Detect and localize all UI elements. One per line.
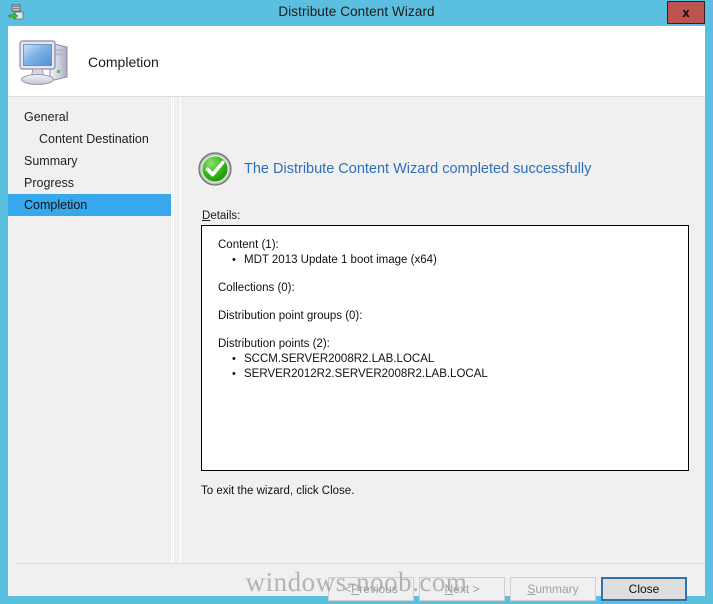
computer-icon xyxy=(17,34,73,88)
list-item: MDT 2013 Update 1 boot image (x64) xyxy=(218,253,688,268)
details-textbox[interactable]: Content (1): MDT 2013 Update 1 boot imag… xyxy=(201,225,689,471)
details-heading: Content (1): xyxy=(218,239,279,251)
details-group: Distribution points (2): SCCM.SERVER2008… xyxy=(218,337,688,382)
previous-accel: P xyxy=(351,582,360,596)
previous-suffix: revious xyxy=(359,582,398,596)
list-item: SCCM.SERVER2008R2.LAB.LOCAL xyxy=(218,352,688,367)
summary-accel: S xyxy=(527,582,536,596)
sidebar-item-general[interactable]: General xyxy=(8,106,171,128)
details-content: Content (1): MDT 2013 Update 1 boot imag… xyxy=(202,226,688,382)
close-icon: x xyxy=(682,5,690,20)
details-group: Content (1): MDT 2013 Update 1 boot imag… xyxy=(218,238,688,268)
details-items: SCCM.SERVER2008R2.LAB.LOCAL SERVER2012R2… xyxy=(218,352,688,382)
sidebar-item-completion[interactable]: Completion xyxy=(8,194,171,216)
exit-instruction: To exit the wizard, click Close. xyxy=(201,485,355,497)
sidebar-item-label: Progress xyxy=(24,176,75,190)
sidebar-item-label: Content Destination xyxy=(39,132,149,146)
list-item: SERVER2012R2.SERVER2008R2.LAB.LOCAL xyxy=(218,367,688,382)
sidebar-item-progress[interactable]: Progress xyxy=(8,172,171,194)
wizard-window: Distribute Content Wizard x Completion G… xyxy=(0,0,713,604)
window-close-button[interactable]: x xyxy=(667,1,705,24)
details-label: Details: xyxy=(202,210,240,222)
sidebar-item-label: Completion xyxy=(24,198,88,212)
completion-status: The Distribute Content Wizard completed … xyxy=(198,152,591,186)
next-accel: N xyxy=(444,582,454,596)
window-title: Distribute Content Wizard xyxy=(278,4,435,19)
details-items: MDT 2013 Update 1 boot image (x64) xyxy=(218,253,688,268)
wizard-step-nav: General Content Destination Summary Prog… xyxy=(8,97,172,596)
sidebar-item-label: General xyxy=(24,110,69,124)
details-group: Distribution point groups (0): xyxy=(218,309,688,324)
details-label-rest: etails: xyxy=(210,210,241,222)
summary-button[interactable]: Summary xyxy=(510,577,596,601)
details-heading: Distribution points (2): xyxy=(218,338,330,350)
sidebar-item-label: Summary xyxy=(24,154,78,168)
page-title: Completion xyxy=(88,54,159,70)
close-button-label: Close xyxy=(628,582,660,596)
next-suffix: ext > xyxy=(453,582,480,596)
previous-button[interactable]: < Previous xyxy=(328,577,414,601)
summary-suffix: ummary xyxy=(535,582,579,596)
wizard-footer: < Previous Next > Summary Close xyxy=(8,564,705,601)
previous-prefix: < xyxy=(344,582,352,596)
wizard-content: The Distribute Content Wizard completed … xyxy=(181,97,705,596)
sidebar-item-summary[interactable]: Summary xyxy=(8,150,171,172)
details-heading: Collections (0): xyxy=(218,282,295,294)
success-check-icon xyxy=(198,152,232,186)
sidebar-item-content-destination[interactable]: Content Destination xyxy=(8,128,171,150)
details-group: Collections (0): xyxy=(218,281,688,296)
title-bar: Distribute Content Wizard x xyxy=(0,0,713,26)
details-heading: Distribution point groups (0): xyxy=(218,310,363,322)
wizard-client-area: Completion General Content Destination S… xyxy=(8,26,705,601)
wizard-header: Completion xyxy=(8,26,705,97)
sidebar-divider xyxy=(173,97,174,596)
close-button[interactable]: Close xyxy=(601,577,687,601)
completion-status-text: The Distribute Content Wizard completed … xyxy=(244,161,592,177)
next-button[interactable]: Next > xyxy=(419,577,505,601)
